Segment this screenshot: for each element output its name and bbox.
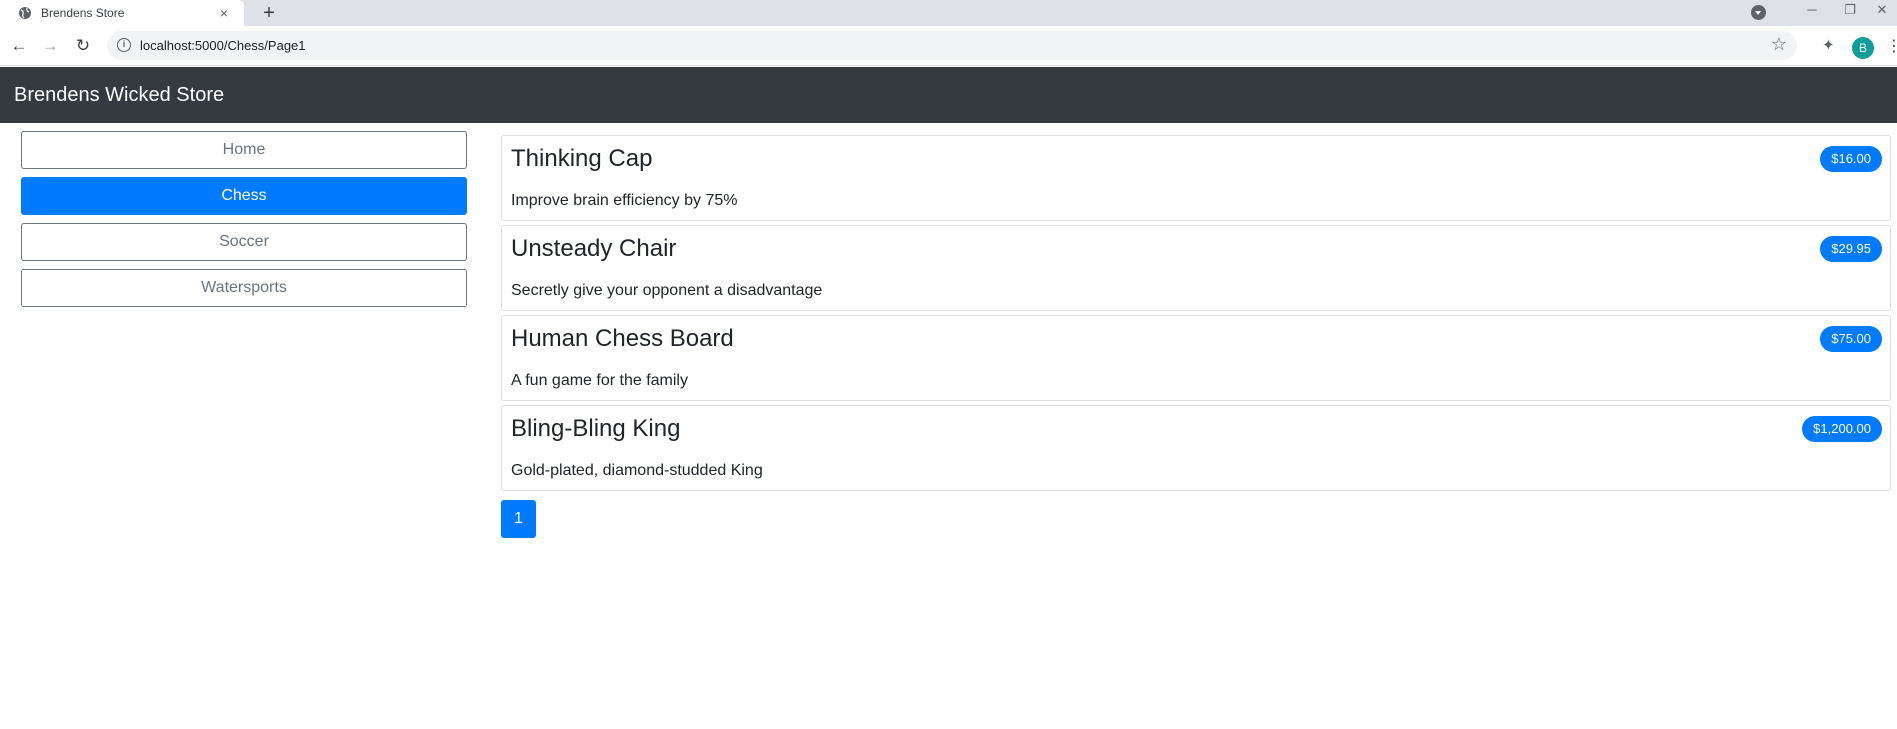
product-card: Thinking Cap $16.00 Improve brain effici…	[501, 135, 1891, 221]
page-button-1[interactable]: 1	[501, 500, 536, 538]
tab-search-icon[interactable]	[1751, 5, 1766, 20]
product-card: Bling-Bling King $1,200.00 Gold-plated, …	[501, 405, 1891, 491]
product-name: Unsteady Chair	[511, 235, 677, 262]
browser-tab[interactable]: Brendens Store ×	[0, 0, 244, 26]
extensions-icon[interactable]: ✦	[1822, 36, 1835, 54]
menu-icon[interactable]: ⋮	[1886, 38, 1897, 56]
restore-button[interactable]: ❐	[1835, 0, 1865, 22]
product-name: Bling-Bling King	[511, 415, 681, 442]
product-card: Human Chess Board $75.00 A fun game for …	[501, 315, 1891, 401]
category-button-chess[interactable]: Chess	[21, 177, 467, 215]
back-icon[interactable]: ←	[9, 36, 29, 56]
minimize-button[interactable]: ─	[1797, 0, 1827, 22]
product-name: Thinking Cap	[511, 145, 653, 172]
price-badge: $1,200.00	[1802, 416, 1882, 442]
forward-icon[interactable]: →	[40, 36, 60, 56]
star-icon[interactable]: ☆	[1771, 34, 1787, 55]
product-card: Unsteady Chair $29.95 Secretly give your…	[501, 225, 1891, 311]
profile-avatar[interactable]: B	[1852, 37, 1874, 59]
globe-icon	[19, 7, 31, 19]
brand-title[interactable]: Brendens Wicked Store	[14, 84, 224, 107]
category-button-soccer[interactable]: Soccer	[21, 223, 467, 261]
category-button-watersports[interactable]: Watersports	[21, 269, 467, 307]
new-tab-button[interactable]: +	[258, 2, 280, 24]
reload-icon[interactable]: ↻	[73, 36, 93, 56]
price-badge: $29.95	[1820, 236, 1882, 262]
product-description: Secretly give your opponent a disadvanta…	[511, 282, 823, 299]
browser-tabstrip: Brendens Store × + ─ ❐ ✕	[0, 0, 1897, 26]
close-window-button[interactable]: ✕	[1867, 0, 1897, 22]
url-text: localhost:5000/Chess/Page1	[140, 38, 306, 53]
product-name: Human Chess Board	[511, 325, 734, 352]
tab-close-icon[interactable]: ×	[214, 5, 234, 21]
browser-toolbar: ← → ↻ i localhost:5000/Chess/Page1 ☆	[0, 26, 1897, 66]
category-button-home[interactable]: Home	[21, 131, 467, 169]
tab-title: Brendens Store	[41, 6, 125, 20]
price-badge: $75.00	[1820, 326, 1882, 352]
store-navbar: Brendens Wicked Store	[0, 67, 1897, 123]
product-description: Gold-plated, diamond-studded King	[511, 462, 763, 479]
price-badge: $16.00	[1820, 146, 1882, 172]
product-description: A fun game for the family	[511, 372, 688, 389]
info-icon[interactable]: i	[117, 38, 131, 52]
product-description: Improve brain efficiency by 75%	[511, 192, 738, 209]
address-bar[interactable]: i localhost:5000/Chess/Page1 ☆	[107, 31, 1797, 60]
